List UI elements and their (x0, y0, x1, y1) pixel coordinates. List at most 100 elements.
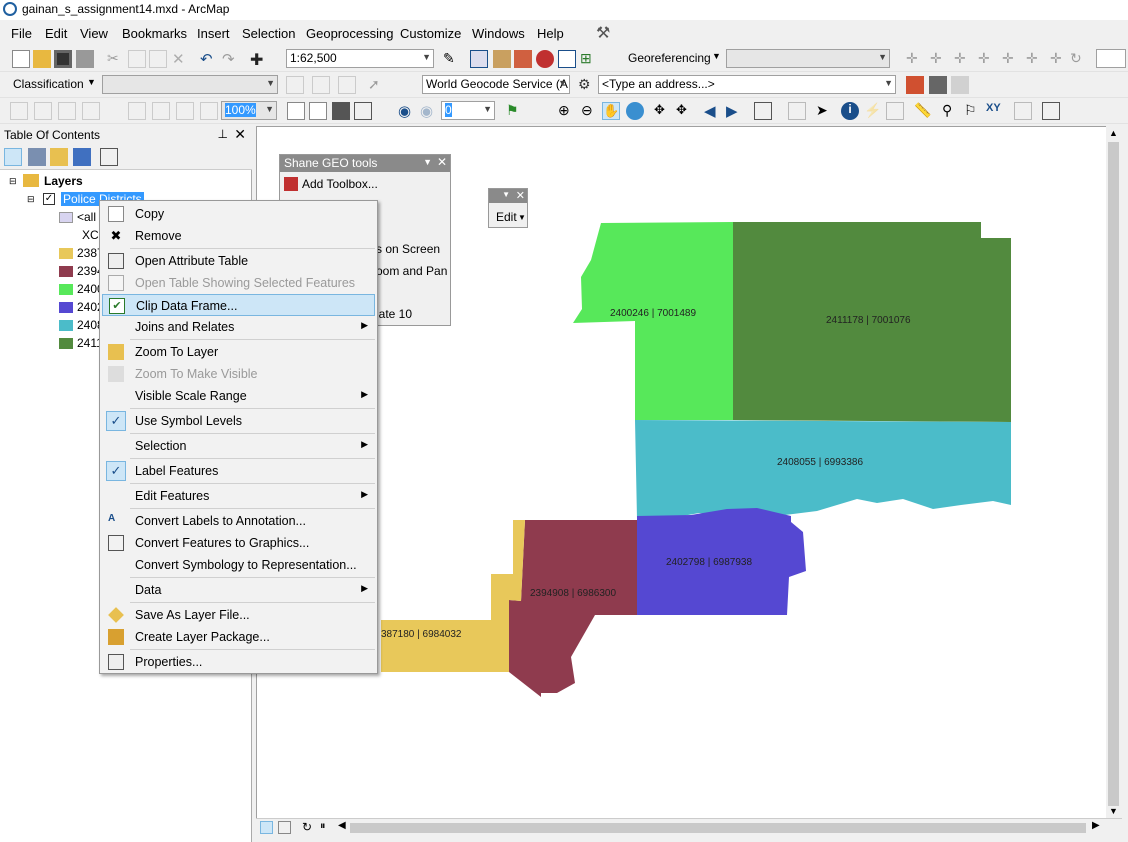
locate-address-icon[interactable] (906, 76, 924, 94)
modelbuilder-icon[interactable]: ⊞ (580, 50, 598, 68)
editor-toolbar-header[interactable]: ▼ ✕ (489, 189, 527, 203)
hammer-icon[interactable]: ⚒ (596, 23, 610, 43)
geocode-service-combo[interactable]: World Geocode Service (A ▼ (422, 75, 570, 94)
add-data-icon[interactable]: ✚ (250, 50, 268, 69)
layout-pan-icon[interactable] (58, 102, 76, 120)
zoom-whole-page-icon[interactable] (82, 102, 100, 120)
menu-label-features[interactable]: ✓ Label Features (102, 460, 375, 482)
layout-zoom-out-icon[interactable] (34, 102, 52, 120)
list-by-selection-icon[interactable] (73, 148, 91, 166)
menu-open-attribute-table[interactable]: Open Attribute Table (102, 250, 375, 272)
chevron-down-icon[interactable]: ▼ (502, 190, 510, 199)
cut-icon[interactable]: ✂ (107, 50, 125, 68)
link-table-icon[interactable]: ✛ (1026, 50, 1044, 68)
select-features-icon[interactable] (754, 102, 772, 120)
toc-options-icon[interactable] (100, 148, 118, 166)
classification-options-icon[interactable] (312, 76, 330, 94)
fit-to-display-icon[interactable]: ✛ (978, 50, 996, 68)
layout-view-icon[interactable] (278, 821, 291, 834)
table-of-contents-icon[interactable] (470, 50, 488, 68)
hyperlink-icon[interactable]: ⚡ (864, 102, 882, 120)
classification-grid-icon[interactable] (286, 76, 304, 94)
menu-windows[interactable]: Windows (472, 26, 525, 41)
vertical-scroll-thumb[interactable] (1108, 142, 1119, 806)
focus-data-frame-icon[interactable] (309, 102, 327, 120)
refresh-icon[interactable]: ↻ (302, 820, 320, 838)
identify-icon[interactable]: i (841, 102, 859, 120)
add-control-points-icon[interactable]: ✛ (906, 50, 924, 68)
menu-create-layer-package[interactable]: Create Layer Package... (102, 626, 375, 648)
geo-tools-header[interactable]: Shane GEO tools ▼ ✕ (280, 155, 450, 172)
geo-tool-item[interactable]: late 10 (376, 307, 412, 321)
layers-label[interactable]: Layers (44, 174, 83, 188)
menu-edit-features[interactable]: Edit Features ▶ (102, 485, 375, 507)
menu-properties[interactable]: Properties... (102, 651, 375, 673)
classification-pointer-icon[interactable]: ➚ (368, 76, 386, 94)
menu-geoprocessing[interactable]: Geoprocessing (306, 26, 393, 41)
measure-icon[interactable]: 📏 (914, 102, 932, 120)
vertical-scrollbar[interactable]: ▲ ▼ (1106, 126, 1122, 821)
fixed-zoom-in-arrows-icon[interactable]: ✥ (654, 102, 672, 120)
menu-data[interactable]: Data ▶ (102, 579, 375, 601)
menu-view[interactable]: View (80, 26, 108, 41)
arctoolbox-icon[interactable] (536, 50, 554, 68)
layer-visibility-checkbox[interactable]: ✓ (43, 193, 55, 205)
menu-selection[interactable]: Selection (242, 26, 295, 41)
zoom-100-icon[interactable] (128, 102, 146, 120)
scroll-up-icon[interactable]: ▲ (1109, 128, 1118, 138)
data-view-icon[interactable] (260, 821, 273, 834)
classification-layer-combo[interactable]: ▼ (102, 75, 278, 94)
menu-help[interactable]: Help (537, 26, 564, 41)
geocode-tool-icon[interactable] (929, 76, 947, 94)
menu-zoom-to-layer[interactable]: Zoom To Layer (102, 341, 375, 363)
zoom-out-icon[interactable]: ⊖ (581, 102, 599, 120)
select-elements-arrow-icon[interactable]: ➤ (816, 102, 834, 120)
catalog-icon[interactable] (493, 50, 511, 68)
geo-tool-item[interactable]: s on Screen (376, 242, 440, 256)
menu-clip-data-frame[interactable]: ✔ Clip Data Frame... (102, 294, 375, 316)
georef-extra-combo[interactable] (1096, 49, 1126, 68)
menu-file[interactable]: File (11, 26, 32, 41)
undo-icon[interactable]: ↶ (200, 50, 218, 68)
district-2408[interactable] (635, 420, 1011, 519)
number-combo[interactable]: 0 ▼ (441, 101, 495, 120)
close-icon[interactable]: ✕ (234, 126, 246, 143)
georeferencing-menu[interactable]: Georeferencing (628, 51, 711, 65)
geocode-clear-icon[interactable] (951, 76, 969, 94)
toggle-draft-mode-icon[interactable] (287, 102, 305, 120)
menu-use-symbol-levels[interactable]: ✓ Use Symbol Levels (102, 410, 375, 432)
reset-icon[interactable]: ↻ (1070, 50, 1088, 68)
back-arrow-icon[interactable]: ◀ (704, 102, 722, 120)
search-window-icon[interactable] (514, 50, 532, 68)
collapse-layer-icon[interactable]: ⊟ (27, 194, 35, 205)
copy-icon[interactable] (128, 50, 146, 68)
menu-customize[interactable]: Customize (400, 26, 461, 41)
menu-zoom-to-make-visible[interactable]: Zoom To Make Visible (102, 363, 375, 385)
save-icon[interactable] (54, 50, 72, 68)
editor-menu[interactable]: Edit (496, 210, 517, 224)
georef-layer-combo[interactable]: ▼ (726, 49, 890, 68)
redo-icon[interactable]: ↷ (222, 50, 240, 68)
fixed-zoom-in-icon[interactable] (152, 102, 170, 120)
district-2387[interactable] (381, 520, 525, 672)
district-2394[interactable] (509, 520, 637, 697)
pause-drawing-icon[interactable]: ⏸ (320, 820, 338, 838)
layout-zoom-in-icon[interactable] (10, 102, 28, 120)
data-driven-pages-icon[interactable] (354, 102, 372, 120)
menu-convert-symbology[interactable]: Convert Symbology to Representation... (102, 554, 375, 576)
close-icon[interactable]: ✕ (437, 155, 447, 169)
paste-icon[interactable] (149, 50, 167, 68)
menu-convert-labels[interactable]: A Convert Labels to Annotation... (102, 510, 375, 532)
forward-arrow-icon[interactable]: ▶ (726, 102, 744, 120)
menu-joins-and-relates[interactable]: Joins and Relates ▶ (102, 316, 375, 338)
district-2400[interactable] (573, 222, 733, 420)
geo-tool-item[interactable]: oom and Pan (376, 264, 447, 278)
full-extent-icon[interactable] (626, 102, 644, 120)
python-window-icon[interactable] (558, 50, 576, 68)
menu-save-as-layer-file[interactable]: Save As Layer File... (102, 604, 375, 626)
html-popup-icon[interactable] (886, 102, 904, 120)
list-by-drawing-order-icon[interactable] (4, 148, 22, 166)
clear-selection-icon[interactable] (788, 102, 806, 120)
menu-open-table-selected[interactable]: Open Table Showing Selected Features (102, 272, 375, 294)
rotate-icon[interactable]: ✛ (930, 50, 948, 68)
